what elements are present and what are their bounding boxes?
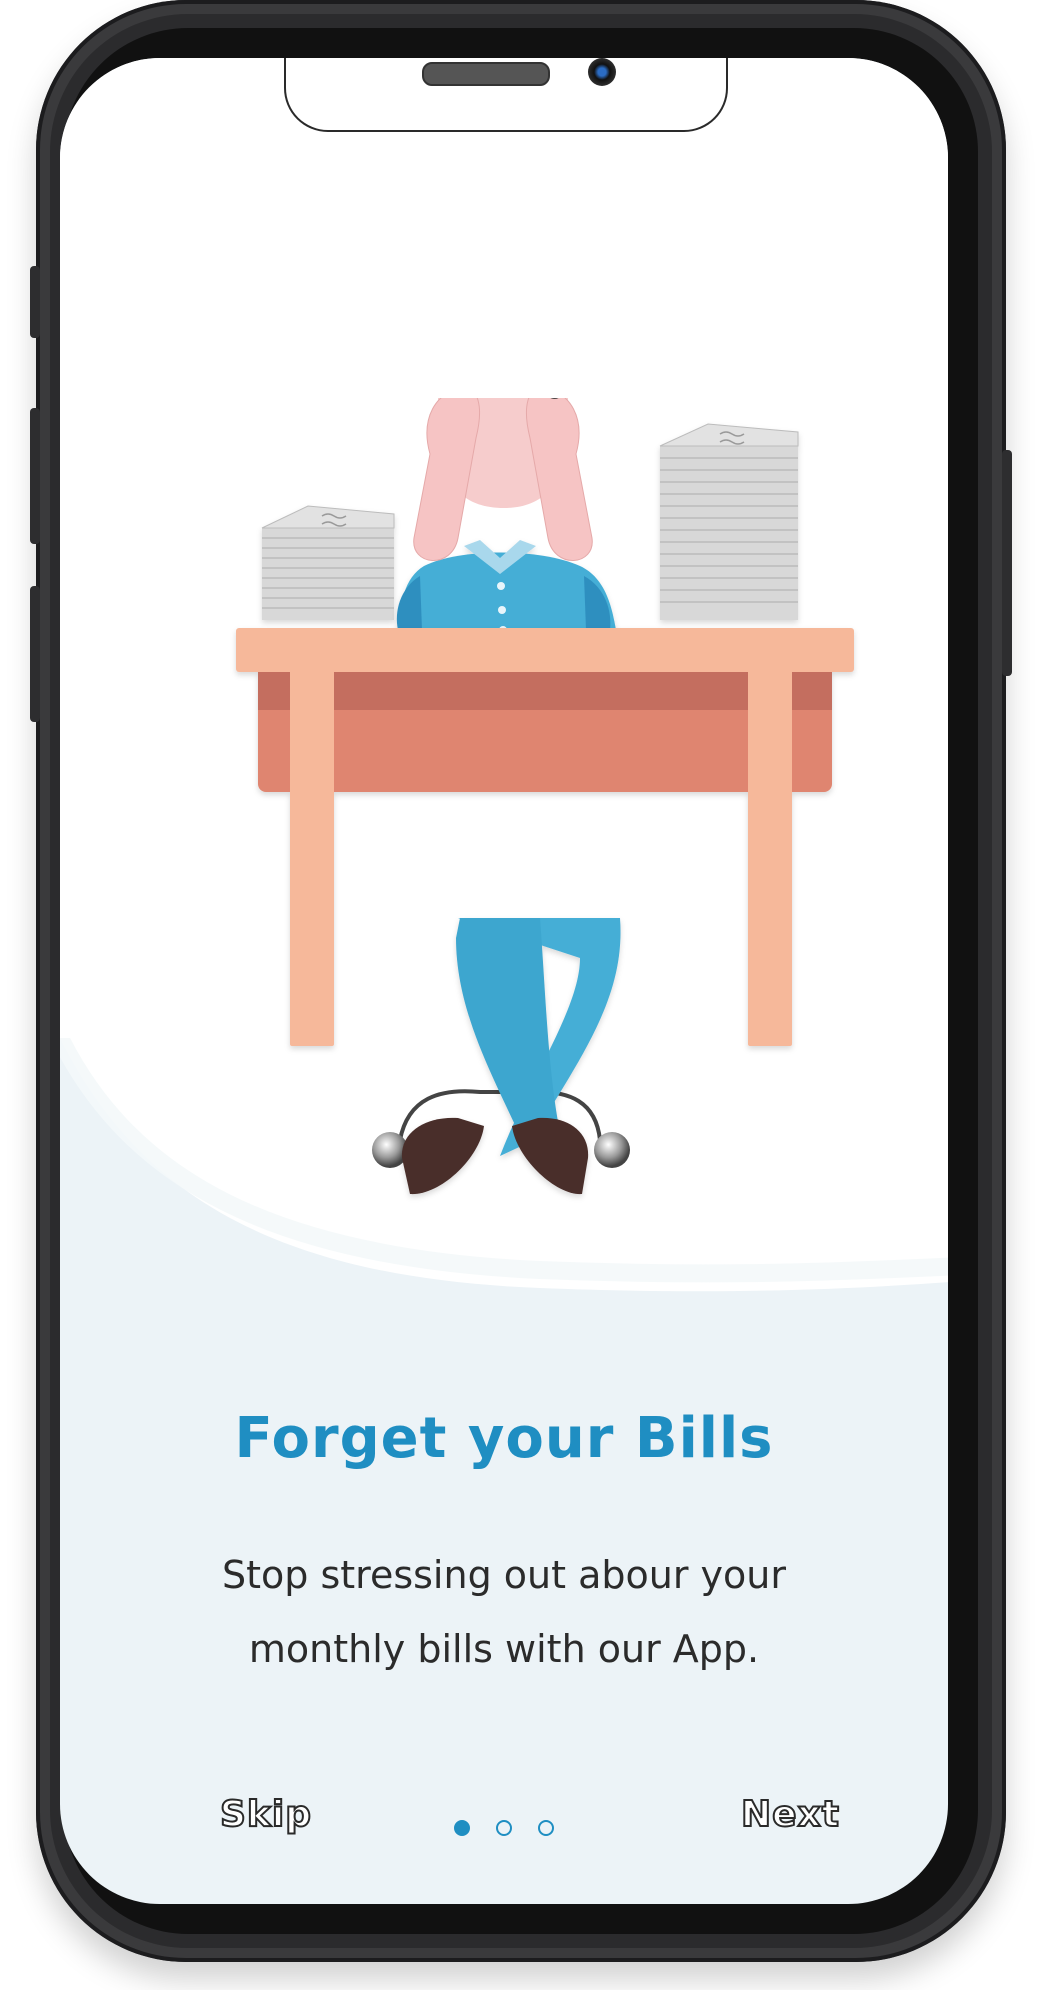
next-button[interactable]: Next	[740, 1793, 840, 1836]
notch	[284, 58, 728, 132]
desk	[236, 628, 854, 1046]
pagination-dot-1[interactable]	[454, 1820, 470, 1836]
paper-stack-left	[261, 505, 395, 620]
volume-up-button	[30, 408, 40, 544]
paper-stack-right	[659, 423, 799, 620]
power-button	[1002, 450, 1012, 676]
onboarding-title: Forget your Bills	[234, 1406, 774, 1471]
pagination-dot-3[interactable]	[538, 1820, 554, 1836]
man-head-and-arms	[413, 398, 593, 561]
onboarding-subtitle: Stop stressing out abour your monthly bi…	[222, 1553, 786, 1671]
onboarding-screen: Forget your Bills Stop stressing out abo…	[60, 58, 948, 1904]
pagination-dot-2[interactable]	[496, 1820, 512, 1836]
man-legs	[401, 918, 621, 1195]
front-camera-icon	[588, 58, 616, 86]
stressed-man-at-desk-illustration	[236, 398, 854, 1195]
speaker-grill	[422, 62, 550, 86]
mute-switch	[30, 266, 40, 338]
volume-down-button	[30, 586, 40, 722]
